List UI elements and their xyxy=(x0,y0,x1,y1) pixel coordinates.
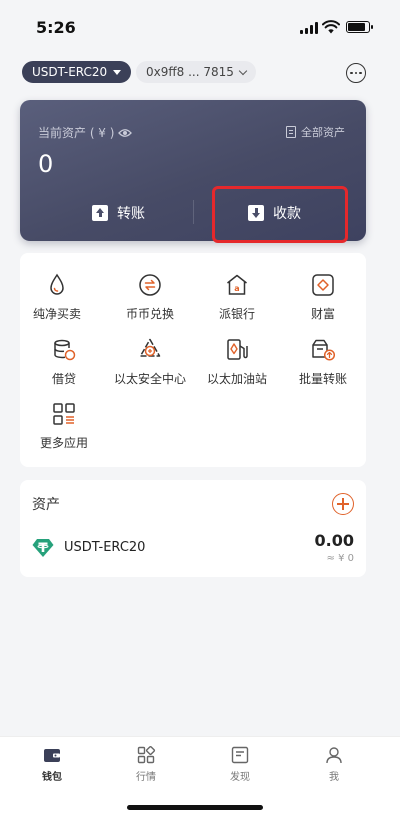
app-more-apps[interactable]: 更多应用 xyxy=(24,401,104,451)
tab-discover[interactable]: 发现 xyxy=(210,745,270,783)
chevron-down-icon xyxy=(238,66,248,75)
app-label: 批量转账 xyxy=(298,372,347,386)
svg-text:a: a xyxy=(234,284,239,293)
wallet-icon xyxy=(44,749,60,762)
address-selector[interactable]: 0x9ff8 ... 7815 xyxy=(136,61,256,83)
asset-value: 0 xyxy=(38,150,54,178)
more-apps-icon xyxy=(53,403,75,425)
cellular-signal-icon xyxy=(300,22,320,34)
token-fiat-value: ≈ ¥ 0 xyxy=(326,553,354,564)
transfer-label: 转账 xyxy=(117,206,145,222)
exchange-icon xyxy=(139,274,161,296)
wifi-icon xyxy=(322,20,340,34)
app-label: 以太加油站 xyxy=(206,372,267,386)
app-label: 借贷 xyxy=(51,372,76,386)
token-selector[interactable]: USDT-ERC20 xyxy=(22,61,132,83)
app-wealth[interactable]: 财富 xyxy=(283,272,363,322)
receive-highlight-box xyxy=(212,186,348,243)
tab-market[interactable]: 行情 xyxy=(116,745,176,783)
token-amount: 0.00 xyxy=(314,531,354,550)
app-label: 币币兑换 xyxy=(125,307,174,321)
home-indicator xyxy=(127,805,263,810)
more-options-icon[interactable] xyxy=(346,63,366,83)
status-time: 5:26 xyxy=(36,18,76,37)
transfer-button[interactable]: 转账 xyxy=(92,202,145,224)
app-label: 派银行 xyxy=(218,307,255,321)
tab-wallet[interactable]: 钱包 xyxy=(22,745,82,783)
security-center-icon xyxy=(139,338,161,357)
batch-transfer-icon xyxy=(312,339,336,361)
tab-label: 发现 xyxy=(230,772,250,783)
all-assets-text: 全部资产 xyxy=(301,126,345,139)
app-label: 纯净买卖 xyxy=(32,307,81,321)
user-icon xyxy=(326,747,342,764)
app-pure-trade[interactable]: 纯净买卖 xyxy=(17,272,97,322)
drop-icon xyxy=(50,273,64,295)
document-icon xyxy=(286,126,296,138)
app-loan[interactable]: 借贷 xyxy=(24,337,104,387)
assets-title: 资产 xyxy=(32,497,60,513)
tab-me[interactable]: 我 xyxy=(304,745,364,783)
app-gas-station[interactable]: 以太加油站 xyxy=(197,337,277,387)
token-selector-label: USDT-ERC20 xyxy=(32,65,108,79)
tether-icon xyxy=(32,539,54,557)
caret-down-icon xyxy=(113,69,122,75)
tab-label: 行情 xyxy=(136,772,156,783)
token-name[interactable]: USDT-ERC20 xyxy=(64,540,145,555)
tab-label: 我 xyxy=(329,772,339,783)
battery-icon xyxy=(346,21,373,33)
market-grid-icon xyxy=(137,745,156,764)
gas-station-icon xyxy=(227,339,248,360)
wealth-icon xyxy=(312,274,334,296)
add-asset-icon[interactable] xyxy=(332,493,354,515)
app-label: 以太安全中心 xyxy=(113,372,186,386)
app-label: 更多应用 xyxy=(39,436,88,450)
app-batch-transfer[interactable]: 批量转账 xyxy=(283,337,363,387)
current-assets-text: 当前资产 ( ¥ ) xyxy=(38,126,115,140)
divider xyxy=(193,200,194,224)
app-label: 财富 xyxy=(310,307,335,321)
all-assets-link[interactable]: 全部资产 xyxy=(286,124,345,140)
eye-icon[interactable] xyxy=(118,128,133,138)
bank-icon: a xyxy=(227,274,247,295)
app-security-center[interactable]: 以太安全中心 xyxy=(110,337,190,387)
address-label: 0x9ff8 ... 7815 xyxy=(146,65,234,79)
upload-arrow-icon xyxy=(92,205,108,221)
loan-icon xyxy=(54,339,76,361)
tab-label: 钱包 xyxy=(42,772,62,783)
current-assets-label: 当前资产 ( ¥ ) xyxy=(38,124,133,141)
app-pi-bank[interactable]: a 派银行 xyxy=(197,272,277,322)
discover-icon xyxy=(231,746,249,764)
app-coin-exchange[interactable]: 币币兑换 xyxy=(110,272,190,322)
